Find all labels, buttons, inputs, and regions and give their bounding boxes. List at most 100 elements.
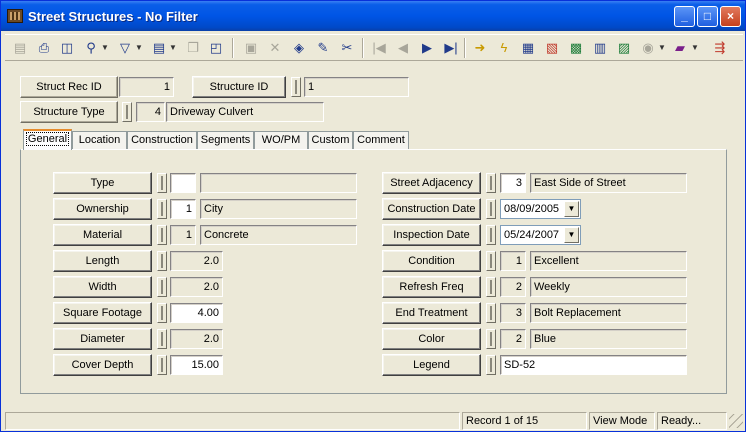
refresh-freq-lookup-handle[interactable] bbox=[486, 277, 496, 297]
cut-icon[interactable]: ✂ bbox=[336, 37, 358, 59]
filter-icon[interactable]: ▽ bbox=[114, 37, 136, 59]
structure-id-button[interactable]: Structure ID bbox=[192, 76, 286, 98]
tab-comment[interactable]: Comment bbox=[353, 131, 409, 149]
globe-icon[interactable]: ◉ bbox=[637, 37, 659, 59]
book-dropdown-icon[interactable]: ▼ bbox=[691, 37, 699, 59]
save-icon[interactable]: ▣ bbox=[240, 37, 262, 59]
street-adjacency-description: East Side of Street bbox=[530, 173, 687, 193]
ownership-button[interactable]: Ownership bbox=[53, 198, 152, 220]
next-record-icon[interactable]: ▶ bbox=[416, 37, 438, 59]
square-footage-input[interactable]: 4.00 bbox=[170, 303, 223, 323]
close-button[interactable]: × bbox=[720, 6, 741, 27]
goto-arrow-icon[interactable]: ➜ bbox=[469, 37, 491, 59]
square-footage-button[interactable]: Square Footage bbox=[53, 302, 152, 324]
maximize-button[interactable]: □ bbox=[697, 6, 718, 27]
inspection-date-button[interactable]: Inspection Date bbox=[382, 224, 481, 246]
map-zoom-icon[interactable]: ▨ bbox=[613, 37, 635, 59]
calculator-icon[interactable]: ▥ bbox=[589, 37, 611, 59]
toolbar: ▤ ⎙ ◫ ⚲ ▼ ▽ ▼ ▤ ▼ ❐ ◰ ▣ ✕ ◈ ✎ ✂ |◀ ◀ ▶ ▶… bbox=[5, 34, 743, 61]
cover-depth-input[interactable]: 15.00 bbox=[170, 355, 223, 375]
material-button[interactable]: Material bbox=[53, 224, 152, 246]
report-icon[interactable]: ▤ bbox=[148, 37, 170, 59]
structure-id-lookup-handle[interactable] bbox=[291, 77, 301, 97]
structure-id-field[interactable]: 1 bbox=[304, 77, 409, 97]
tab-general[interactable]: General bbox=[23, 129, 72, 150]
report-dropdown-icon[interactable]: ▼ bbox=[169, 37, 177, 59]
tab-segments[interactable]: Segments bbox=[197, 131, 254, 149]
construction-date-picker[interactable]: 08/09/2005 ▼ bbox=[500, 199, 581, 219]
end-treatment-button[interactable]: End Treatment bbox=[382, 302, 481, 324]
chevron-down-icon[interactable]: ▼ bbox=[564, 227, 579, 243]
legend-input[interactable]: SD-52 bbox=[500, 355, 687, 375]
inspection-date-lookup-handle[interactable] bbox=[486, 225, 496, 245]
color-lookup-handle[interactable] bbox=[486, 329, 496, 349]
construction-date-lookup-handle[interactable] bbox=[486, 199, 496, 219]
cover-depth-lookup-handle[interactable] bbox=[157, 355, 167, 375]
resize-grip-icon[interactable] bbox=[729, 414, 743, 428]
refresh-freq-code: 2 bbox=[500, 277, 526, 297]
color-button[interactable]: Color bbox=[382, 328, 481, 350]
inspection-date-value: 05/24/2007 bbox=[504, 229, 560, 241]
inspection-date-picker[interactable]: 05/24/2007 ▼ bbox=[500, 225, 581, 245]
first-record-icon[interactable]: |◀ bbox=[368, 37, 390, 59]
app-film-icon[interactable] bbox=[7, 9, 23, 23]
last-record-icon[interactable]: ▶| bbox=[440, 37, 462, 59]
tab-construction[interactable]: Construction bbox=[127, 131, 197, 149]
ownership-description: City bbox=[200, 199, 357, 219]
paste-icon[interactable]: ◰ bbox=[205, 37, 227, 59]
width-lookup-handle[interactable] bbox=[157, 277, 167, 297]
tab-wo-pm[interactable]: WO/PM bbox=[254, 131, 308, 149]
refresh-freq-button[interactable]: Refresh Freq bbox=[382, 276, 481, 298]
construction-date-button[interactable]: Construction Date bbox=[382, 198, 481, 220]
diameter-lookup-handle[interactable] bbox=[157, 329, 167, 349]
legend-button[interactable]: Legend bbox=[382, 354, 481, 376]
filter-dropdown-icon[interactable]: ▼ bbox=[135, 37, 143, 59]
condition-lookup-handle[interactable] bbox=[486, 251, 496, 271]
layers-icon[interactable]: ◈ bbox=[288, 37, 310, 59]
length-lookup-handle[interactable] bbox=[157, 251, 167, 271]
edit-pencil-icon[interactable]: ✎ bbox=[312, 37, 334, 59]
globe-dropdown-icon[interactable]: ▼ bbox=[658, 37, 666, 59]
street-adjacency-code-input[interactable]: 3 bbox=[500, 173, 526, 193]
book-icon[interactable]: ▰ bbox=[669, 37, 691, 59]
legend-lookup-handle[interactable] bbox=[486, 355, 496, 375]
street-adjacency-button[interactable]: Street Adjacency bbox=[382, 172, 481, 194]
tab-custom[interactable]: Custom bbox=[308, 131, 353, 149]
length-button[interactable]: Length bbox=[53, 250, 152, 272]
square-footage-lookup-handle[interactable] bbox=[157, 303, 167, 323]
delete-icon[interactable]: ✕ bbox=[264, 37, 286, 59]
map-view-icon[interactable]: ▩ bbox=[565, 37, 587, 59]
cover-depth-button[interactable]: Cover Depth bbox=[53, 354, 152, 376]
exit-icon[interactable]: ⇶ bbox=[709, 37, 731, 59]
new-record-icon[interactable]: ▤ bbox=[9, 37, 31, 59]
previous-record-icon[interactable]: ◀ bbox=[392, 37, 414, 59]
ownership-lookup-handle[interactable] bbox=[157, 199, 167, 219]
type-code-input[interactable] bbox=[170, 173, 196, 193]
minimize-button[interactable]: _ bbox=[674, 6, 695, 27]
diameter-button[interactable]: Diameter bbox=[53, 328, 152, 350]
print-icon[interactable]: ⎙ bbox=[33, 37, 55, 59]
type-button[interactable]: Type bbox=[53, 172, 152, 194]
ready-indicator: Ready... bbox=[657, 412, 727, 430]
title-bar[interactable]: Street Structures - No Filter _ □ × bbox=[1, 1, 745, 31]
type-lookup-handle[interactable] bbox=[157, 173, 167, 193]
copy-icon[interactable]: ❐ bbox=[182, 37, 204, 59]
width-field: 2.0 bbox=[170, 277, 223, 297]
lightning-icon[interactable]: ϟ bbox=[493, 37, 515, 59]
width-button[interactable]: Width bbox=[53, 276, 152, 298]
map-link-icon[interactable]: ▧ bbox=[541, 37, 563, 59]
condition-button[interactable]: Condition bbox=[382, 250, 481, 272]
ownership-code-input[interactable]: 1 bbox=[170, 199, 196, 219]
structure-type-lookup-handle[interactable] bbox=[122, 102, 132, 122]
find-dropdown-icon[interactable]: ▼ bbox=[101, 37, 109, 59]
map-select-icon[interactable]: ▦ bbox=[517, 37, 539, 59]
length-field: 2.0 bbox=[170, 251, 223, 271]
tab-location[interactable]: Location bbox=[72, 131, 127, 149]
street-adjacency-lookup-handle[interactable] bbox=[486, 173, 496, 193]
construction-date-value: 08/09/2005 bbox=[504, 203, 560, 215]
material-lookup-handle[interactable] bbox=[157, 225, 167, 245]
end-treatment-lookup-handle[interactable] bbox=[486, 303, 496, 323]
chevron-down-icon[interactable]: ▼ bbox=[564, 201, 579, 217]
print-preview-icon[interactable]: ◫ bbox=[56, 37, 78, 59]
find-icon[interactable]: ⚲ bbox=[80, 37, 102, 59]
